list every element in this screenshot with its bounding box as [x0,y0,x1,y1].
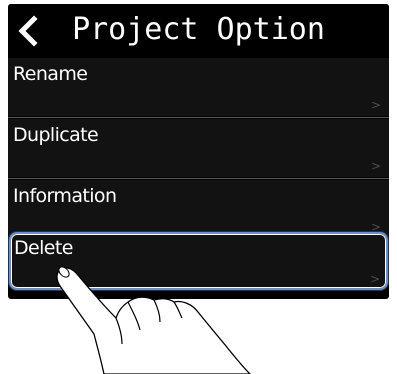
header-bar: Project Option [8,4,389,56]
menu-item-rename[interactable]: Rename > [8,58,389,116]
menu-item-duplicate[interactable]: Duplicate > [8,119,389,177]
chevron-right-icon: > [370,159,381,173]
divider [8,178,389,179]
device-screen: Project Option Rename > Duplicate > Info… [8,4,389,299]
menu-item-delete[interactable]: Delete > [9,232,388,290]
divider [8,117,389,118]
page-title: Project Option [72,12,325,47]
chevron-right-icon: > [370,98,381,112]
menu-item-information[interactable]: Information > [8,180,389,238]
menu-item-label: Delete [14,237,73,259]
menu-item-label: Information [13,185,117,207]
menu-item-label: Duplicate [13,124,99,146]
page: Project Option Rename > Duplicate > Info… [0,0,397,374]
menu-item-label: Rename [13,63,88,85]
chevron-right-icon: > [369,272,380,286]
